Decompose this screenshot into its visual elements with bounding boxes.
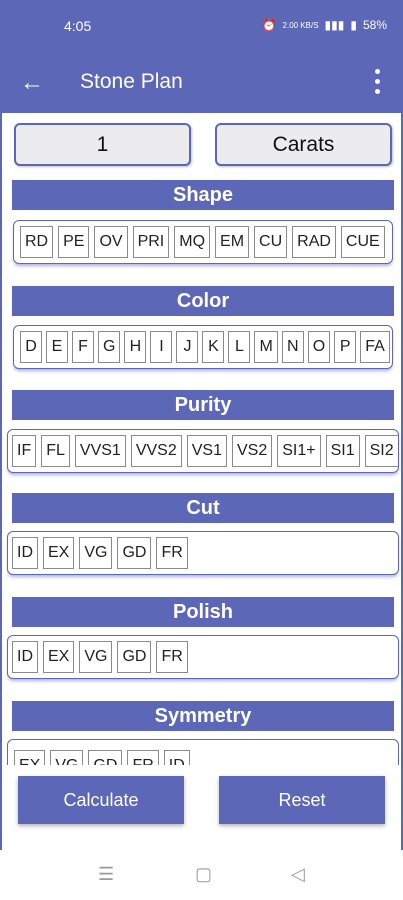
color-option[interactable]: K [202, 331, 225, 363]
data-speed: 2.00 KB/S [282, 20, 319, 30]
color-option[interactable]: M [254, 331, 278, 363]
color-option[interactable]: D [20, 331, 42, 363]
polish-option[interactable]: VG [79, 641, 113, 673]
reset-button[interactable]: Reset [219, 776, 385, 824]
color-option[interactable]: H [124, 331, 147, 363]
home-icon[interactable]: ▢ [195, 864, 212, 885]
symmetry-option[interactable]: VG [50, 750, 84, 765]
shape-option[interactable]: CU [254, 226, 288, 258]
system-nav-bar: ☰ ▢ ◁ [0, 850, 403, 900]
color-option[interactable]: E [46, 331, 68, 363]
page-title: Stone Plan [80, 70, 183, 93]
color-option[interactable]: FA [360, 331, 390, 363]
shape-option[interactable]: MQ [174, 226, 211, 258]
color-option[interactable]: I [150, 331, 173, 363]
shape-option[interactable]: RAD [292, 226, 336, 258]
color-options: D E F G H I J K L M N O P FA [13, 325, 393, 369]
section-title-symmetry: Symmetry [12, 701, 394, 731]
overflow-menu-icon[interactable] [375, 69, 381, 95]
symmetry-options: EX VG GD FR ID [7, 739, 399, 765]
polish-options: ID EX VG GD FR [7, 635, 399, 679]
shape-option[interactable]: PE [58, 226, 90, 258]
polish-option[interactable]: EX [43, 641, 75, 673]
unit-select[interactable]: Carats [215, 123, 392, 166]
section-title-shape: Shape [12, 180, 394, 210]
main-content: 1 Carats Shape RD PE OV PRI MQ EM CU RAD… [0, 113, 403, 850]
section-title-color: Color [12, 286, 394, 316]
polish-option[interactable]: FR [156, 641, 188, 673]
polish-option[interactable]: ID [12, 641, 38, 673]
cut-option[interactable]: EX [43, 537, 75, 569]
purity-option[interactable]: SI1 [325, 435, 360, 467]
battery-level: 58% [362, 18, 387, 32]
purity-option[interactable]: SI1+ [277, 435, 321, 467]
purity-option[interactable]: VVS1 [74, 435, 126, 467]
color-option[interactable]: N [281, 331, 304, 363]
battery-icon: ▮ [350, 18, 357, 32]
cut-options: ID EX VG GD FR [7, 531, 399, 575]
status-time: 4:05 [64, 18, 92, 34]
symmetry-option[interactable]: ID [163, 750, 190, 765]
symmetry-option[interactable]: GD [88, 750, 123, 765]
symmetry-option[interactable]: EX [14, 750, 46, 765]
section-title-purity: Purity [12, 390, 394, 420]
shape-option[interactable]: OV [94, 226, 128, 258]
purity-option[interactable]: VS2 [231, 435, 273, 467]
status-bar: 4:05 ⏰ 2.00 KB/S ▮▮▮ ▮ 58% [0, 0, 403, 55]
purity-options: IF FL VVS1 VVS2 VS1 VS2 SI1+ SI1 SI2 [7, 429, 399, 473]
purity-option[interactable]: SI2 [364, 435, 398, 467]
polish-option[interactable]: GD [117, 641, 152, 673]
quantity-input[interactable]: 1 [14, 123, 191, 166]
shape-options: RD PE OV PRI MQ EM CU RAD CUE [13, 220, 393, 264]
back-arrow-icon[interactable]: ← [20, 69, 44, 97]
purity-option[interactable]: VVS2 [130, 435, 182, 467]
color-option[interactable]: O [307, 331, 331, 363]
symmetry-option[interactable]: FR [127, 750, 159, 765]
app-bar: ← Stone Plan [0, 55, 403, 113]
color-option[interactable]: F [72, 331, 94, 363]
purity-option[interactable]: FL [41, 435, 70, 467]
shape-option[interactable]: PRI [132, 226, 170, 258]
shape-option[interactable]: RD [20, 226, 54, 258]
cut-option[interactable]: ID [12, 537, 38, 569]
color-option[interactable]: L [228, 331, 251, 363]
status-icons: ⏰ 2.00 KB/S ▮▮▮ ▮ 58% [262, 18, 387, 32]
color-option[interactable]: J [176, 331, 199, 363]
shape-option[interactable]: CUE [340, 226, 385, 258]
section-title-polish: Polish [12, 597, 394, 627]
section-title-cut: Cut [12, 493, 394, 523]
shape-option[interactable]: EM [215, 226, 250, 258]
purity-option[interactable]: VS1 [186, 435, 227, 467]
purity-option[interactable]: IF [12, 435, 37, 467]
cut-option[interactable]: GD [117, 537, 152, 569]
back-icon[interactable]: ◁ [291, 864, 305, 885]
signal-icon: ▮▮▮ [324, 18, 345, 32]
cut-option[interactable]: FR [156, 537, 188, 569]
calculate-button[interactable]: Calculate [18, 776, 184, 824]
color-option[interactable]: G [98, 331, 121, 363]
recent-apps-icon[interactable]: ☰ [98, 864, 114, 885]
color-option[interactable]: P [334, 331, 357, 363]
alarm-icon: ⏰ [261, 18, 277, 32]
cut-option[interactable]: VG [79, 537, 113, 569]
